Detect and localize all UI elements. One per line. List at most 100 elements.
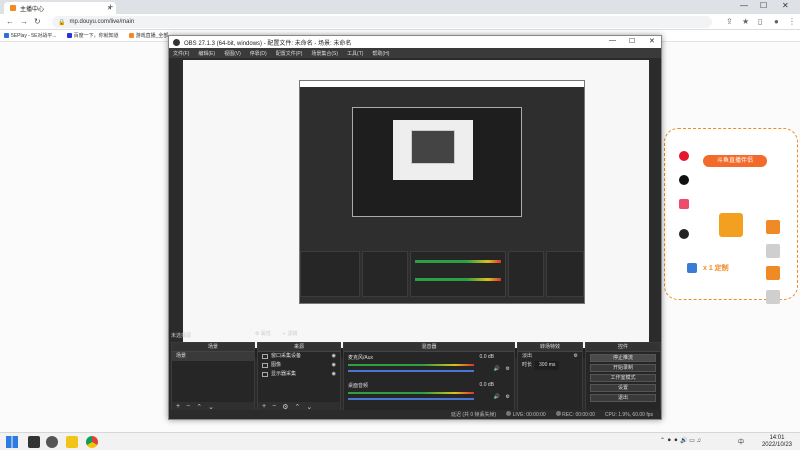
source-item-label: 图像 bbox=[271, 362, 282, 368]
menu-dock[interactable]: 停靠(D) bbox=[250, 50, 267, 57]
profile-icon[interactable]: ● bbox=[774, 17, 779, 26]
add-icon[interactable]: + bbox=[176, 403, 180, 410]
menu-file[interactable]: 文件(F) bbox=[173, 50, 189, 57]
bookmark-3[interactable]: 游戏直播_全部... bbox=[128, 32, 173, 39]
gear-icon[interactable]: ⚙ bbox=[506, 394, 510, 400]
clock-time: 14:01 bbox=[769, 435, 785, 441]
speaker-icon[interactable]: 🔊 bbox=[494, 394, 500, 400]
settings-button[interactable]: 设置 bbox=[590, 384, 656, 392]
volume-slider[interactable] bbox=[348, 370, 474, 372]
bookmark-star-icon[interactable]: ★ bbox=[742, 17, 749, 26]
obs-minimize-icon[interactable]: — bbox=[609, 37, 616, 44]
new-tab-icon[interactable]: + bbox=[108, 2, 113, 12]
start-recording-button[interactable]: 开始录制 bbox=[590, 364, 656, 372]
transition-select[interactable]: 淡出 ⚙ bbox=[518, 352, 582, 361]
forward-icon[interactable]: → bbox=[20, 17, 28, 26]
menu-icon[interactable]: ⋮ bbox=[788, 17, 796, 26]
filters-button[interactable]: ◐ 滤镜 bbox=[283, 330, 297, 337]
home-icon[interactable] bbox=[766, 244, 780, 258]
sidebar-icon[interactable]: ▯ bbox=[758, 17, 762, 26]
properties-button[interactable]: ⚙ 属性 bbox=[255, 330, 271, 337]
live-dot-icon bbox=[506, 411, 512, 416]
eye-icon[interactable]: ◉ bbox=[332, 352, 336, 361]
speaker-icon[interactable]: 🔊 bbox=[494, 366, 500, 372]
volume-slider[interactable] bbox=[348, 398, 474, 400]
source-toolbar: ⚙ 属性 ◐ 滤镜 bbox=[255, 330, 297, 337]
duration-input[interactable]: 300 ms bbox=[535, 361, 560, 370]
chrome-taskbar-icon[interactable] bbox=[86, 436, 98, 448]
windows-start-icon[interactable] bbox=[6, 436, 18, 448]
menu-tools[interactable]: 工具(T) bbox=[347, 50, 363, 57]
windows-taskbar: ⌃ ⚫ ⚫ 🔊 ▭ ♫ 中 14:01 2022/10/23 bbox=[0, 432, 800, 450]
back-icon[interactable]: ← bbox=[6, 17, 14, 26]
obs-window: OBS 27.1.3 (64-bit, windows) - 配置文件: 未命名… bbox=[168, 35, 662, 420]
taskbar-clock[interactable]: 14:01 2022/10/23 bbox=[762, 435, 792, 449]
bookmark-1[interactable]: 5EPlay - 5E对战平... bbox=[4, 32, 57, 39]
douyin-icon bbox=[679, 175, 689, 185]
scenes-dock: 场景 场景 + − ⌃ ⌄ bbox=[171, 342, 255, 412]
capture-device-icon bbox=[262, 354, 268, 359]
browser-tab[interactable]: 主播中心 ✕ bbox=[4, 2, 116, 14]
lite-icon bbox=[679, 199, 689, 209]
square-icon[interactable] bbox=[766, 266, 780, 280]
address-bar[interactable]: 🔒 mp.douyu.com/live/main bbox=[52, 16, 712, 28]
obs-taskbar-icon[interactable] bbox=[28, 436, 40, 448]
fans-text: x 1 定制 bbox=[703, 265, 729, 272]
gear-icon[interactable]: ⚙ bbox=[506, 366, 510, 372]
source-item[interactable]: 图像 ◉ bbox=[258, 361, 340, 370]
ime-indicator[interactable]: 中 bbox=[738, 437, 744, 446]
bookmark-2[interactable]: 百度一下，你就知道 bbox=[66, 32, 119, 39]
exit-button[interactable]: 退出 bbox=[590, 394, 656, 402]
lite-row bbox=[679, 199, 689, 209]
menu-profile[interactable]: 配置文件(P) bbox=[276, 50, 303, 57]
douyu-logo-icon bbox=[719, 213, 743, 237]
stop-streaming-button[interactable]: 停止推流 bbox=[590, 354, 656, 362]
bookmark-favicon-icon bbox=[4, 33, 9, 38]
mixer-header: 混音器 bbox=[344, 343, 514, 352]
remove-icon[interactable]: − bbox=[186, 403, 190, 410]
mixer-dock: 混音器 麦克风/Aux 0.0 dB 🔊 ⚙ 桌面音频 0.0 dB 🔊 ⚙ bbox=[343, 342, 515, 412]
douyu-favicon-icon bbox=[10, 5, 16, 11]
remove-icon[interactable]: − bbox=[272, 403, 276, 410]
scenes-header: 场景 bbox=[172, 343, 254, 352]
menu-view[interactable]: 视图(V) bbox=[224, 50, 241, 57]
add-icon[interactable]: + bbox=[262, 403, 266, 410]
overlay-banner: 斗鱼直播伴侣 bbox=[703, 155, 767, 167]
menu-scene-collection[interactable]: 场景集合(S) bbox=[311, 50, 338, 57]
menu-help[interactable]: 帮助(H) bbox=[372, 50, 389, 57]
nested-meter bbox=[415, 278, 501, 281]
maximize-icon[interactable]: ☐ bbox=[760, 1, 767, 10]
address-toolbar: ← → ↻ 🔒 mp.douyu.com/live/main ⇪ ★ ▯ ● ⋮ bbox=[0, 14, 800, 30]
nested-title-bar bbox=[300, 81, 584, 87]
tray-icons[interactable]: ⌃ ⚫ ⚫ 🔊 ▭ ♫ bbox=[660, 437, 701, 444]
badge-icon bbox=[687, 263, 697, 273]
minimize-icon[interactable]: — bbox=[740, 1, 748, 10]
menu-edit[interactable]: 编辑(E) bbox=[198, 50, 215, 57]
cpu-status: CPU: 1.9%, 60.00 fps bbox=[604, 411, 653, 418]
volume-meter bbox=[348, 364, 474, 366]
obs-maximize-icon[interactable]: ☐ bbox=[629, 37, 635, 45]
bookmark-label: 百度一下，你就知道 bbox=[73, 33, 119, 39]
scene-item[interactable]: 场景 bbox=[172, 352, 254, 361]
sources-dock: 来源 窗口采集设备 ◉ 图像 ◉ 显示器采集 ◉ + − ⚙ ⌃ ⌄ bbox=[257, 342, 341, 412]
image-icon bbox=[262, 363, 268, 368]
close-window-icon[interactable]: ✕ bbox=[782, 1, 789, 10]
source-item[interactable]: 显示器采集 ◉ bbox=[258, 370, 340, 379]
nested-transitions-dock bbox=[508, 251, 544, 297]
reload-icon[interactable]: ↻ bbox=[34, 17, 41, 26]
sources-header: 来源 bbox=[258, 343, 340, 352]
obs-close-icon[interactable]: ✕ bbox=[649, 37, 655, 45]
obs-preview-canvas[interactable] bbox=[183, 60, 649, 348]
studio-mode-button[interactable]: 工作室模式 bbox=[590, 374, 656, 382]
scene-item-label: 场景 bbox=[176, 353, 187, 359]
eye-icon[interactable]: ◉ bbox=[332, 370, 336, 379]
arrow-icon[interactable] bbox=[766, 290, 780, 304]
folder-taskbar-icon[interactable] bbox=[66, 436, 78, 448]
source-item[interactable]: 窗口采集设备 ◉ bbox=[258, 352, 340, 361]
nested-controls-dock bbox=[546, 251, 584, 297]
share-icon[interactable]: ⇪ bbox=[726, 17, 733, 26]
eye-icon[interactable]: ◉ bbox=[332, 361, 336, 370]
play-icon[interactable] bbox=[766, 220, 780, 234]
obs-dark-taskbar-icon[interactable] bbox=[46, 436, 58, 448]
gear-icon[interactable]: ⚙ bbox=[574, 352, 578, 361]
